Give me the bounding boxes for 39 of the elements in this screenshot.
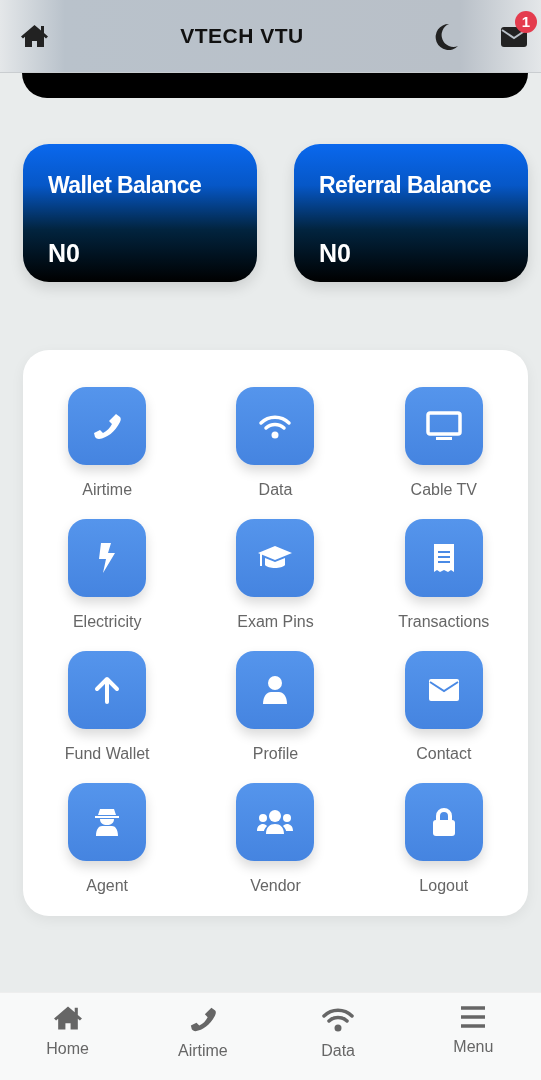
balance-amount: N0 [48, 237, 81, 269]
notification-badge: 1 [515, 11, 537, 33]
mail-icon[interactable] [501, 26, 527, 47]
moon-icon[interactable] [435, 22, 459, 50]
service-tile[interactable]: Logout [359, 783, 528, 898]
balance-amount: N0 [319, 237, 352, 269]
phone-icon [92, 411, 123, 441]
lightning-icon [97, 542, 118, 574]
balance-label: Referral Balance [319, 171, 492, 200]
balance-label: Wallet Balance [48, 171, 203, 200]
nav-tab[interactable]: Menu [405, 993, 541, 1080]
menu-icon [460, 1005, 487, 1029]
people-icon [256, 809, 295, 835]
user-icon [262, 675, 289, 705]
monitor-icon [425, 411, 462, 441]
envelope-icon [428, 679, 459, 701]
service-tile[interactable]: Agent [23, 783, 192, 898]
service-tile[interactable]: Cable TV [359, 387, 528, 502]
service-tile[interactable]: Airtime [23, 387, 192, 502]
nav-tab[interactable]: Data [270, 993, 406, 1080]
service-tile[interactable]: Exam Pins [191, 519, 360, 634]
phone-icon [188, 1005, 217, 1033]
home-icon[interactable] [20, 24, 49, 48]
arrow-up-icon [94, 676, 121, 704]
app-title: VTECH VTU [180, 23, 304, 50]
receipt-icon [431, 543, 456, 573]
service-tile[interactable]: Transactions [359, 519, 528, 634]
service-tile[interactable]: Fund Wallet [23, 651, 192, 766]
nav-tab[interactable]: Airtime [135, 993, 271, 1080]
service-tile[interactable]: Contact [359, 651, 528, 766]
graduation-cap-icon [257, 545, 294, 571]
nav-tab[interactable]: Home [0, 993, 136, 1080]
lock-icon [430, 807, 457, 837]
service-tile[interactable]: Data [191, 387, 360, 502]
service-tile[interactable]: Profile [191, 651, 360, 766]
service-tile[interactable]: Vendor [191, 783, 360, 898]
service-tile[interactable]: Electricity [23, 519, 192, 634]
spy-icon [94, 807, 121, 837]
home-icon [52, 1005, 83, 1031]
